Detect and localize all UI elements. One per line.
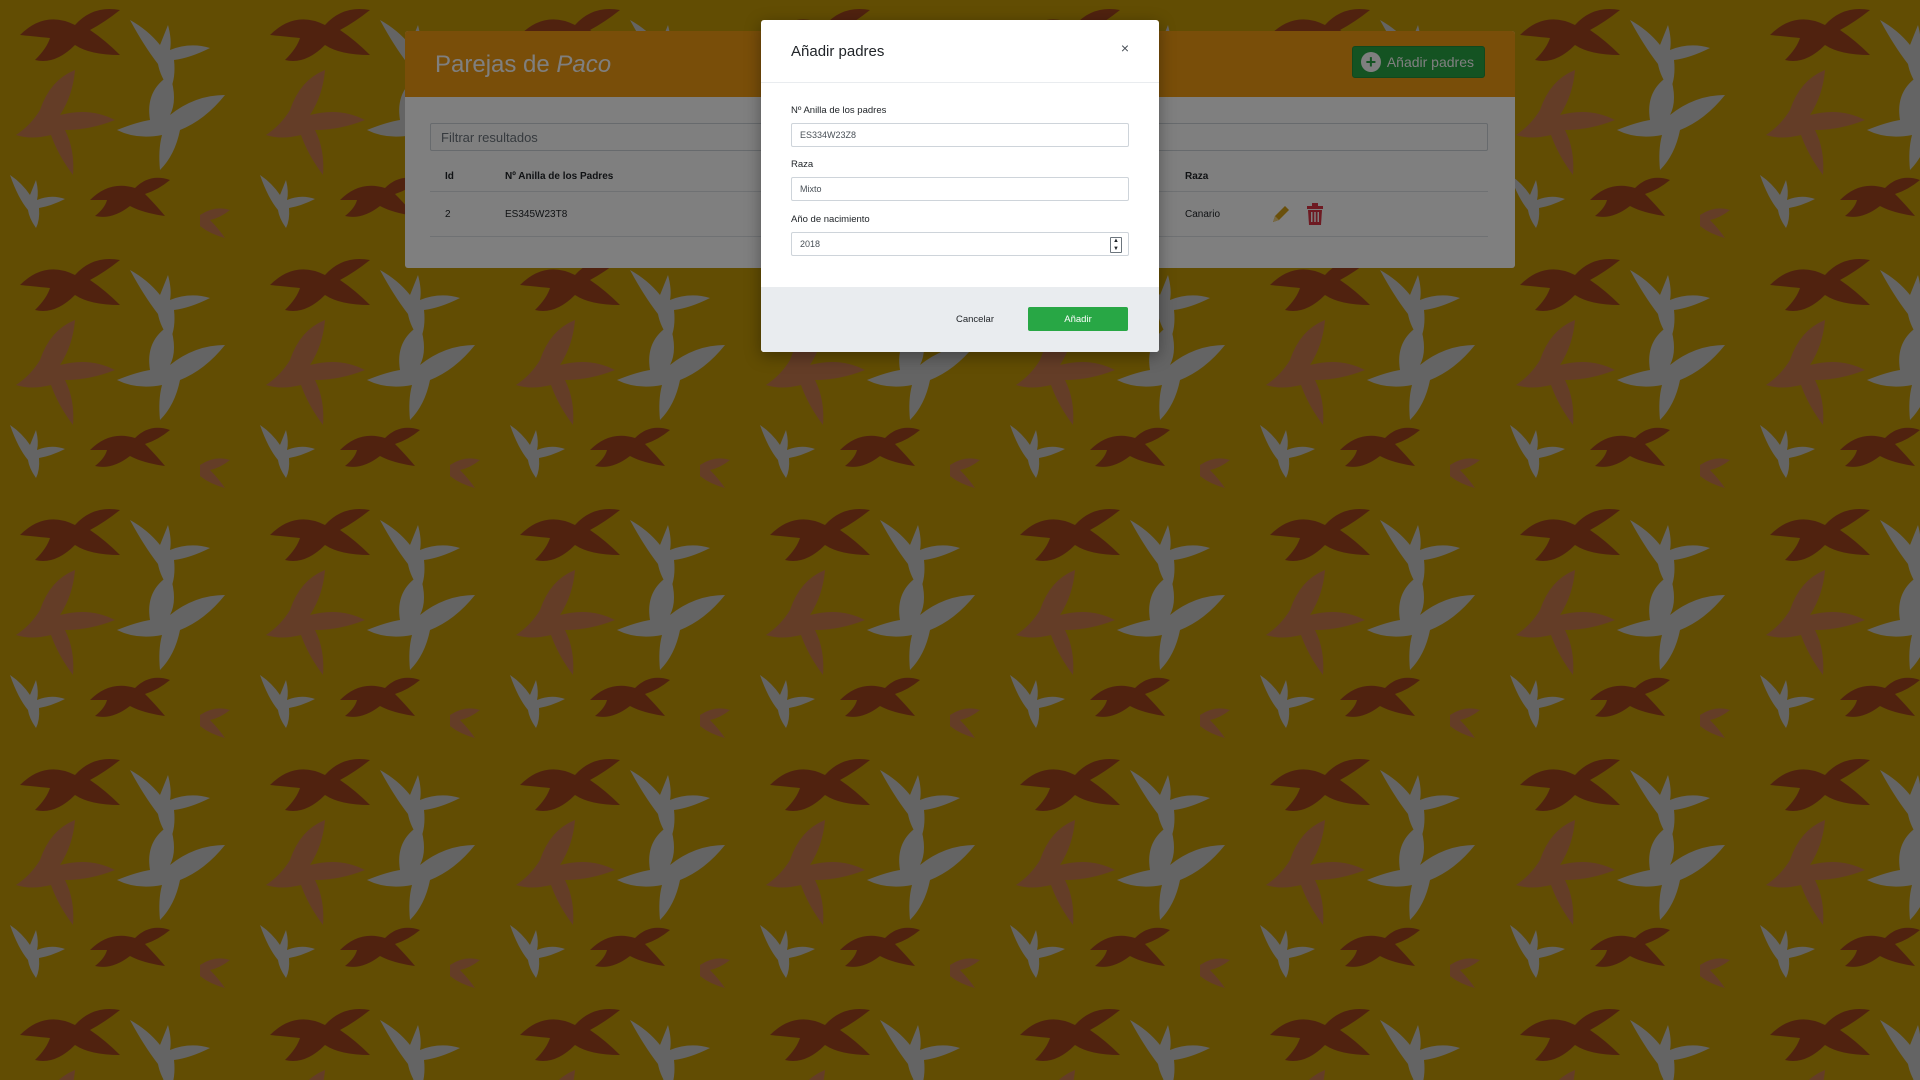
close-icon[interactable]: × bbox=[1121, 40, 1129, 56]
breed-value: Mixto bbox=[800, 184, 822, 194]
modal-header: Añadir padres × bbox=[761, 20, 1159, 83]
spinner-down-icon[interactable]: ▼ bbox=[1113, 246, 1119, 252]
modal-footer: Cancelar Añadir bbox=[761, 287, 1159, 352]
cancel-button[interactable]: Cancelar bbox=[945, 309, 1005, 329]
ring-value: ES334W23Z8 bbox=[800, 130, 857, 140]
ring-label: Nº Anilla de los padres bbox=[791, 105, 887, 116]
submit-add-button[interactable]: Añadir bbox=[1028, 307, 1128, 331]
add-parents-modal: Añadir padres × Nº Anilla de los padres … bbox=[761, 20, 1159, 352]
spinner-up-icon[interactable]: ▲ bbox=[1113, 238, 1119, 244]
breed-label: Raza bbox=[791, 159, 814, 170]
year-input[interactable]: 2018 ▲ ▼ bbox=[791, 232, 1129, 256]
modal-title: Añadir padres bbox=[791, 43, 885, 60]
breed-input[interactable]: Mixto bbox=[791, 177, 1129, 201]
year-label: Año de nacimiento bbox=[791, 214, 870, 225]
spinner-arrows-icon[interactable]: ▲ ▼ bbox=[1110, 237, 1122, 253]
year-value: 2018 bbox=[800, 239, 821, 249]
ring-input[interactable]: ES334W23Z8 bbox=[791, 123, 1129, 147]
